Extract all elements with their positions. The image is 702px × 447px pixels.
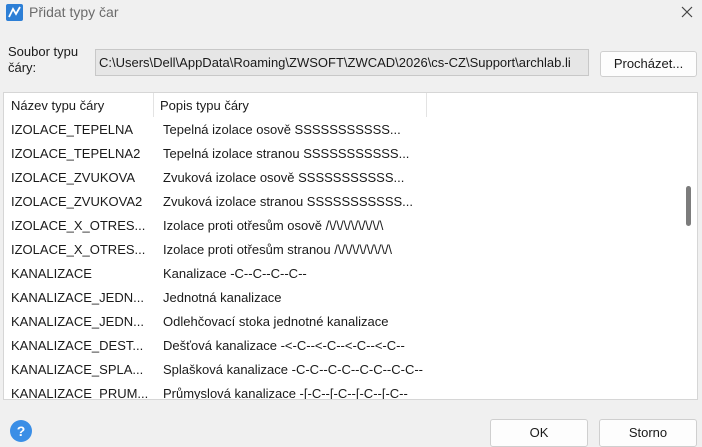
list-row[interactable]: IZOLACE_ZVUKOVA Zvuková izolace osově SSS… bbox=[4, 166, 676, 190]
scrollbar-thumb[interactable] bbox=[686, 186, 691, 226]
list-row[interactable]: IZOLACE_TEPELNA2 Tepelná izolace stranou … bbox=[4, 142, 676, 166]
linetype-description: Tepelná izolace osově SSSSSSSSSSS... bbox=[163, 122, 401, 137]
linetype-name: IZOLACE_X_OTRES... bbox=[11, 218, 146, 233]
linetype-description: Dešťová kanalizace -<-C--<-C--<-C--<-C-- bbox=[163, 338, 405, 353]
linetype-file-label: Soubor typu čáry: bbox=[8, 44, 79, 75]
linetype-name: IZOLACE_TEPELNA bbox=[11, 122, 134, 137]
vertical-scrollbar[interactable] bbox=[682, 94, 696, 398]
column-separator[interactable] bbox=[426, 93, 427, 117]
list-row[interactable]: IZOLACE_TEPELNA Tepelná izolace osově SSS… bbox=[4, 118, 676, 142]
linetype-list[interactable]: Název typu čáry Popis typu čáry IZOLACE_… bbox=[3, 92, 698, 400]
linetype-description: Zvuková izolace osově SSSSSSSSSSS... bbox=[163, 170, 405, 185]
linetype-file-path-field[interactable]: C:\Users\Dell\AppData\Roaming\ZWSOFT\ZWC… bbox=[95, 49, 589, 76]
linetype-name: KANALIZACE_SPLA... bbox=[11, 362, 144, 377]
list-row[interactable]: KANALIZACE_JEDN... Jednotná kanalizace bbox=[4, 286, 676, 310]
title-bar: Přidat typy čar bbox=[0, 0, 702, 26]
list-row[interactable]: KANALIZACE Kanalizace -C--C--C--C-- bbox=[4, 262, 676, 286]
list-rows: IZOLACE_TEPELNA Tepelná izolace osově SSS… bbox=[4, 118, 676, 400]
linetype-description: Izolace proti otřesům stranou /\/\/\/\/\… bbox=[163, 242, 393, 257]
list-header: Název typu čáry Popis typu čáry bbox=[4, 93, 676, 117]
list-row[interactable]: IZOLACE_X_OTRES... Izolace proti otřesům … bbox=[4, 214, 676, 238]
close-icon bbox=[681, 6, 693, 18]
linetype-description: Odlehčovací stoka jednotné kanalizace bbox=[163, 314, 389, 329]
list-row[interactable]: IZOLACE_X_OTRES... Izolace proti otřesům … bbox=[4, 238, 676, 262]
list-row[interactable]: KANALIZACE_PRUM... Průmyslová kanalizace … bbox=[4, 382, 676, 400]
linetype-description: Splašková kanalizace -C-C--C-C--C-C--C-C… bbox=[163, 362, 423, 377]
list-row[interactable]: KANALIZACE_JEDN... Odlehčovací stoka jedn… bbox=[4, 310, 676, 334]
window-title: Přidat typy čar bbox=[29, 4, 119, 20]
help-button[interactable]: ? bbox=[10, 420, 32, 442]
help-icon: ? bbox=[16, 423, 26, 439]
linetype-name: IZOLACE_ZVUKOVA2 bbox=[11, 194, 143, 209]
list-row[interactable]: IZOLACE_ZVUKOVA2 Zvuková izolace stranou … bbox=[4, 190, 676, 214]
linetype-name: KANALIZACE bbox=[11, 266, 92, 281]
linetype-name: IZOLACE_TEPELNA2 bbox=[11, 146, 141, 161]
linetype-description: Průmyslová kanalizace -[-C--[-C--[-C--[-… bbox=[163, 386, 408, 400]
linetype-description: Izolace proti otřesům osově /\/\/\/\/\/\… bbox=[163, 218, 384, 233]
column-header-description[interactable]: Popis typu čáry bbox=[160, 93, 249, 117]
linetype-name: KANALIZACE_JEDN... bbox=[11, 290, 144, 305]
linetype-description: Tepelná izolace stranou SSSSSSSSSSS... bbox=[163, 146, 410, 161]
linetype-description: Jednotná kanalizace bbox=[163, 290, 282, 305]
list-row[interactable]: KANALIZACE_SPLA... Splašková kanalizace -… bbox=[4, 358, 676, 382]
linetype-description: Kanalizace -C--C--C--C-- bbox=[163, 266, 307, 281]
column-header-name[interactable]: Název typu čáry bbox=[11, 93, 104, 117]
linetype-name: KANALIZACE_DEST... bbox=[11, 338, 144, 353]
browse-button[interactable]: Procházet... bbox=[600, 51, 697, 77]
linetype-name: IZOLACE_X_OTRES... bbox=[11, 242, 146, 257]
column-separator[interactable] bbox=[153, 93, 154, 117]
linetype-name: IZOLACE_ZVUKOVA bbox=[11, 170, 136, 185]
list-row[interactable]: KANALIZACE_DEST... Dešťová kanalizace -<-… bbox=[4, 334, 676, 358]
zwcad-app-icon bbox=[6, 4, 23, 21]
close-button[interactable] bbox=[672, 0, 702, 26]
linetype-description: Zvuková izolace stranou SSSSSSSSSSS... bbox=[163, 194, 414, 209]
linetype-name: KANALIZACE_JEDN... bbox=[11, 314, 144, 329]
linetype-name: KANALIZACE_PRUM... bbox=[11, 386, 149, 400]
